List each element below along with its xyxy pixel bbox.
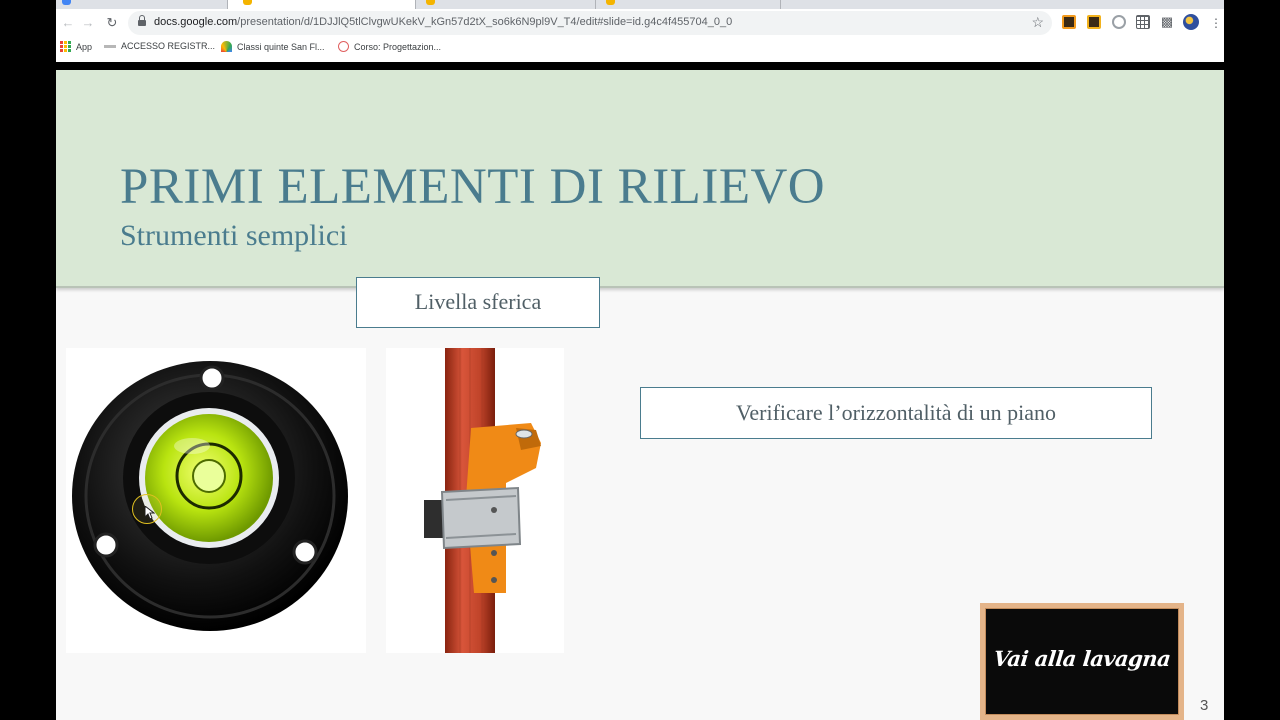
forward-icon[interactable]: → [78,13,98,33]
spherical-level-image [72,361,348,631]
blackboard-button-label: Vai alla lavagna [992,646,1172,671]
bookmark-classi-quinte[interactable]: Classi quinte San Fl... [221,41,325,52]
ext-circle-icon[interactable] [1112,15,1126,29]
course-icon [338,41,349,52]
browser-toolbar: ← → ↻ docs.google.com/presentation/d/1DJ… [56,9,1224,37]
back-icon[interactable]: ← [58,13,78,33]
go-to-blackboard-button[interactable]: Vai alla lavagna [980,603,1184,720]
ext-orange-check-icon[interactable] [1087,15,1101,29]
rod-level-image [424,348,541,653]
slide-title: PRIMI ELEMENTI DI RILIEVO [120,159,826,215]
bookmark-accesso-registro[interactable]: ACCESSO REGISTR... [104,41,215,51]
slide-subtitle: Strumenti semplici [120,219,348,252]
slide-number: 3 [1200,697,1209,714]
caption-livella-sferica: Livella sferica [356,277,600,328]
slide-header-band: PRIMI ELEMENTI DI RILIEVO Strumenti semp… [56,70,1224,288]
url-text: docs.google.com/presentation/d/1DJJlQ5tl… [154,16,733,28]
presentation-slide: PRIMI ELEMENTI DI RILIEVO Strumenti semp… [56,70,1224,720]
bookmarks-bar: App ACCESSO REGISTR... Classi quinte San… [56,37,1224,58]
rainbow-icon [221,41,232,52]
reload-icon[interactable]: ↻ [102,13,122,33]
bookmark-star-icon[interactable]: ☆ [1031,14,1044,31]
tab[interactable] [416,0,596,9]
profile-avatar-icon[interactable] [1183,14,1199,30]
menu-kebab-icon[interactable]: ⋮ [1206,13,1226,33]
bookmark-apps[interactable]: App [60,41,92,52]
ext-orange-icon[interactable] [1062,15,1076,29]
apps-grid-icon [60,41,71,52]
spherical-level-photo [66,348,366,653]
registry-icon [104,44,116,48]
rod-level-photo [386,348,564,653]
tab[interactable] [596,0,781,9]
lock-icon [138,15,146,27]
tab-active[interactable] [228,0,416,9]
browser-window: ← → ↻ docs.google.com/presentation/d/1DJ… [56,0,1224,62]
tab[interactable] [56,0,228,9]
mouse-cursor-icon [145,506,155,520]
ext-grid-icon[interactable] [1136,15,1150,29]
tab-strip [56,0,1224,9]
address-bar[interactable]: docs.google.com/presentation/d/1DJJlQ5tl… [128,11,1052,35]
puzzle-icon[interactable]: ▩ [1160,15,1174,29]
caption-verificare-orizzontalita: Verificare l’orizzontalità di un piano [640,387,1152,439]
bookmark-corso[interactable]: Corso: Progettazion... [338,41,441,52]
